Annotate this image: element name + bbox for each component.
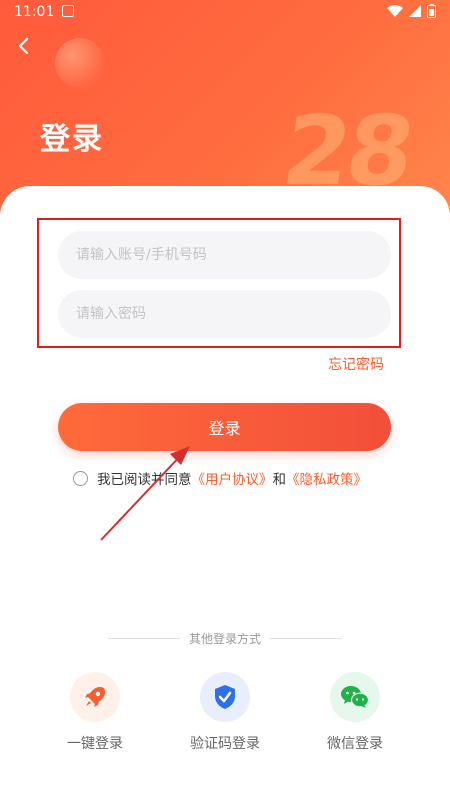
agreement-prefix: 我已阅读并同意 — [97, 472, 192, 488]
wechat-login-option[interactable]: 微信登录 — [305, 672, 405, 753]
one-click-login-option[interactable]: 一键登录 — [45, 672, 145, 753]
page-title: 登录 — [40, 122, 104, 157]
shield-check-icon[interactable] — [200, 672, 250, 722]
password-input[interactable] — [58, 290, 391, 338]
wechat-icon[interactable] — [330, 672, 380, 722]
divider-line-right — [270, 638, 343, 639]
notification-icon: A — [62, 5, 74, 17]
other-login-divider: 其他登录方式 — [108, 630, 343, 647]
rocket-icon[interactable] — [70, 672, 120, 722]
agreement-and: 和 — [272, 472, 287, 488]
status-icons — [387, 4, 436, 18]
wechat-login-label: 微信登录 — [327, 736, 383, 752]
user-agreement-link[interactable]: 《用户协议》 — [192, 468, 273, 488]
agreement-row: 我已阅读并同意 《用户协议》 和 《隐私政策》 — [73, 468, 367, 488]
one-click-login-label: 一键登录 — [67, 736, 123, 752]
login-button[interactable]: 登录 — [58, 403, 391, 451]
account-input[interactable] — [58, 231, 391, 279]
agree-radio[interactable] — [73, 470, 88, 486]
back-arrow-icon[interactable] — [14, 36, 34, 56]
status-time: 11:01 — [14, 4, 55, 20]
status-bar: 11:01 A — [0, 0, 450, 24]
decorative-ball — [55, 38, 105, 88]
battery-icon — [427, 4, 436, 18]
wifi-icon — [387, 5, 403, 17]
sms-code-login-option[interactable]: 验证码登录 — [175, 672, 275, 753]
signal-icon — [409, 5, 421, 17]
divider-line-left — [108, 638, 180, 639]
sms-code-login-label: 验证码登录 — [190, 736, 260, 752]
privacy-policy-link[interactable]: 《隐私政策》 — [286, 468, 367, 488]
forgot-password-link[interactable]: 忘记密码 — [328, 354, 384, 374]
other-login-title: 其他登录方式 — [189, 632, 262, 646]
